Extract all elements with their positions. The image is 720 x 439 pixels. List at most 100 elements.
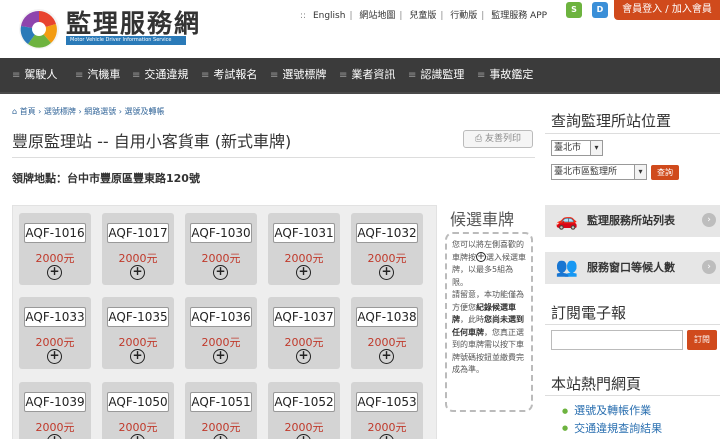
plate-number-button[interactable]: AQF-1050	[107, 392, 169, 412]
sidebar-divider	[545, 395, 720, 396]
link-app[interactable]: 監理服務 APP	[487, 8, 551, 21]
plate-number-button[interactable]: AQF-1038	[356, 307, 418, 327]
add-candidate-icon[interactable]: +	[213, 349, 228, 364]
candidate-plates-title: 候選車牌	[450, 210, 515, 229]
divider: |	[399, 11, 403, 21]
nav-item-business[interactable]: 業者資訊	[339, 58, 395, 94]
nav-item-driver[interactable]: 駕駛人	[12, 58, 57, 94]
plate-number-button[interactable]: AQF-1051	[190, 392, 252, 412]
plate-number-button[interactable]: AQF-1032	[356, 223, 418, 243]
candidate-text: ，此時	[460, 315, 484, 324]
plate-card: AQF-1051 2000元 +	[185, 382, 257, 439]
query-button[interactable]: 查詢	[651, 165, 679, 180]
plate-number-button[interactable]: AQF-1039	[24, 392, 86, 412]
popular-pages-title: 本站熱門網頁	[551, 375, 642, 393]
login-register-button[interactable]: 會員登入 / 加入會員	[614, 0, 720, 20]
station-location-title: 查詢監理所站位置	[551, 112, 672, 130]
popular-link[interactable]: 交通違規查詢結果	[562, 420, 662, 438]
site-logo[interactable]	[16, 6, 62, 52]
location-value: 台中市豐原區豐東路120號	[67, 172, 200, 185]
add-candidate-icon[interactable]: +	[296, 349, 311, 364]
plate-card: AQF-1053 2000元 +	[351, 382, 423, 439]
plate-card: AQF-1016 2000元 +	[19, 213, 91, 285]
people-icon: 👥	[555, 257, 579, 278]
breadcrumb-home[interactable]: 首頁	[20, 107, 36, 116]
add-candidate-icon[interactable]: +	[296, 265, 311, 280]
title-divider	[12, 157, 535, 158]
plate-number-button[interactable]: AQF-1031	[273, 223, 335, 243]
office-select[interactable]: 臺北市區監理所 ▾	[551, 164, 647, 180]
car-icon: 🚗	[555, 210, 579, 231]
newsletter-email-input[interactable]	[551, 330, 683, 350]
chevron-down-icon: ▾	[634, 165, 646, 179]
nav-item-plate-selection[interactable]: 選號標牌	[270, 58, 326, 94]
plate-card: AQF-1036 2000元 +	[185, 297, 257, 369]
popular-link[interactable]: 選號及轉帳作業	[562, 402, 662, 420]
plate-card: AQF-1052 2000元 +	[268, 382, 340, 439]
city-select-value: 臺北市	[554, 143, 582, 153]
plate-card: AQF-1039 2000元 +	[19, 382, 91, 439]
site-title: 監理服務網	[66, 9, 202, 38]
sidebar-divider	[545, 133, 720, 134]
subscribe-button[interactable]: 訂閱	[687, 330, 717, 350]
page-title: 豐原監理站 -- 自用小客貨車 (新式車牌)	[12, 132, 292, 151]
banner-label: 監理服務所站列表	[587, 214, 675, 227]
breadcrumb-current: 選號及轉帳	[124, 107, 165, 116]
pickup-location: 領牌地點：台中市豐原區豐東路120號	[12, 170, 200, 186]
plate-card: AQF-1030 2000元 +	[185, 213, 257, 285]
divider: |	[349, 11, 353, 21]
add-candidate-icon[interactable]: +	[47, 265, 62, 280]
location-label: 領牌地點：	[12, 172, 67, 185]
nav-item-accident[interactable]: 事故鑑定	[477, 58, 533, 94]
plate-number-button[interactable]: AQF-1052	[273, 392, 335, 412]
site-header: 監理服務網 Motor Vehicle Driver Information S…	[0, 0, 720, 58]
plate-number-button[interactable]: AQF-1037	[273, 307, 335, 327]
home-icon: ⌂	[12, 107, 18, 116]
candidate-plates-box: 您可以將左側喜歡的車牌按+選入候選車牌，以最多5組為限。 請留意，本功能僅為方便…	[445, 232, 533, 412]
add-candidate-icon[interactable]: +	[379, 349, 394, 364]
nav-item-violation[interactable]: 交通違規	[132, 58, 188, 94]
sidebar-divider	[545, 324, 720, 325]
chevron-right-icon: ›	[702, 213, 716, 227]
add-candidate-icon[interactable]: +	[379, 265, 394, 280]
add-candidate-icon[interactable]: +	[130, 349, 145, 364]
link-kids[interactable]: 兒童版	[405, 8, 440, 21]
plate-card: AQF-1031 2000元 +	[268, 213, 340, 285]
add-candidate-icon[interactable]: +	[130, 265, 145, 280]
app-s-icon[interactable]: S	[566, 2, 582, 18]
nav-item-exam[interactable]: 考試報名	[201, 58, 257, 94]
chevron-right-icon: ›	[702, 260, 716, 274]
plate-grid: AQF-1016 2000元 + AQF-1017 2000元 + AQF-10…	[12, 205, 437, 439]
newsletter-title: 訂閱電子報	[551, 304, 627, 322]
waiting-count-banner[interactable]: 👥 服務窗口等候人數 ›	[545, 252, 720, 284]
plate-number-button[interactable]: AQF-1033	[24, 307, 86, 327]
link-mobile[interactable]: 行動版	[446, 8, 481, 21]
city-select[interactable]: 臺北市 ▾	[551, 140, 603, 156]
plate-number-button[interactable]: AQF-1017	[107, 223, 169, 243]
top-links-marker: ::	[300, 11, 307, 21]
station-list-banner[interactable]: 🚗 監理服務所站列表 ›	[545, 205, 720, 237]
breadcrumb-plate-selection[interactable]: 選號標牌	[44, 107, 76, 116]
breadcrumb-online-selection[interactable]: 網路選號	[84, 107, 116, 116]
plate-number-button[interactable]: AQF-1035	[107, 307, 169, 327]
print-button[interactable]: ⎙ 友善列印	[463, 130, 533, 148]
add-candidate-icon[interactable]: +	[47, 349, 62, 364]
nav-item-about[interactable]: 認識監理	[408, 58, 464, 94]
add-candidate-icon[interactable]: +	[213, 265, 228, 280]
link-sitemap[interactable]: 網站地圖	[355, 8, 399, 21]
link-english[interactable]: English	[309, 11, 350, 21]
plus-icon: +	[476, 252, 486, 262]
plate-number-button[interactable]: AQF-1030	[190, 223, 252, 243]
site-subtitle: Motor Vehicle Driver Information Service	[66, 36, 186, 45]
app-d-icon[interactable]: D	[592, 2, 608, 18]
print-label: 友善列印	[485, 134, 522, 144]
main-nav: 駕駛人 汽機車 交通違規 考試報名 選號標牌 業者資訊 認識監理 事故鑑定	[0, 58, 720, 94]
top-links: :: English | 網站地圖 | 兒童版 | 行動版 | 監理服務 APP	[300, 8, 551, 21]
plate-number-button[interactable]: AQF-1053	[356, 392, 418, 412]
plate-card: AQF-1035 2000元 +	[102, 297, 174, 369]
plate-number-button[interactable]: AQF-1016	[24, 223, 86, 243]
divider: |	[440, 11, 444, 21]
nav-item-vehicle[interactable]: 汽機車	[75, 58, 120, 94]
plate-card: AQF-1037 2000元 +	[268, 297, 340, 369]
plate-number-button[interactable]: AQF-1036	[190, 307, 252, 327]
